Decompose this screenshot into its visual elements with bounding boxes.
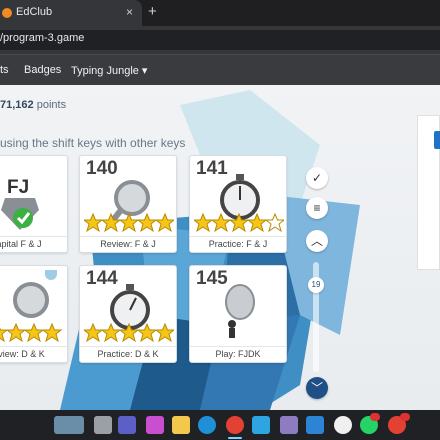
tab-title: EdClub — [16, 6, 53, 18]
lesson-label: Practice: D & K — [80, 346, 176, 362]
chevron-up-icon: ︿ — [310, 234, 323, 248]
completed-filter-button[interactable]: ✓ — [306, 167, 328, 189]
edclub-favicon-icon — [2, 8, 12, 18]
scroll-up-button[interactable]: ︿ — [306, 230, 328, 252]
new-tab-button[interactable]: + — [148, 3, 157, 20]
balloon-icon — [225, 284, 255, 338]
star-rating — [84, 322, 174, 343]
points-total: 71,162 points — [0, 99, 66, 111]
lesson-label: Practice: F & J — [190, 236, 286, 252]
lesson-label: Play: FJDK — [190, 346, 286, 362]
scroll-down-button[interactable]: ﹀ — [306, 377, 328, 399]
lesson-card-144[interactable]: 144 Practice: D & K — [79, 265, 177, 363]
file-explorer-icon[interactable] — [172, 416, 190, 434]
lesson-card-141[interactable]: 141 Practice: F & J — [189, 155, 287, 253]
app-icon[interactable] — [280, 416, 298, 434]
star-rating — [84, 212, 174, 233]
points-value: 71,162 — [0, 99, 34, 111]
star-rating — [0, 322, 63, 343]
close-tab-icon[interactable]: × — [126, 5, 133, 19]
points-unit: points — [36, 99, 67, 111]
task-view-icon[interactable] — [94, 416, 112, 434]
lesson-label: Review: F & J — [80, 236, 176, 252]
taskbar — [0, 410, 440, 440]
chrome-icon[interactable] — [226, 416, 244, 434]
active-app-indicator — [228, 437, 242, 439]
check-icon: ✓ — [311, 171, 323, 185]
side-panel — [417, 115, 440, 270]
store-icon[interactable] — [252, 416, 270, 434]
panel-toggle-button[interactable] — [434, 131, 440, 149]
browser-tabstrip: EdClub × + — [0, 0, 440, 26]
lesson-label: eview: D & K — [0, 346, 67, 362]
star-rating — [194, 212, 284, 233]
trophy-icon — [45, 270, 57, 280]
github-icon[interactable] — [334, 416, 352, 434]
lesson-card-145[interactable]: 145 Play: FJDK — [189, 265, 287, 363]
browser-tab[interactable]: EdClub × — [0, 0, 142, 26]
notification-badge — [370, 413, 380, 421]
site-nav: ts Badges Typing Jungle ▾ — [0, 55, 440, 85]
copilot-icon[interactable] — [146, 416, 164, 434]
nav-item-badges[interactable]: Badges — [24, 64, 61, 76]
menu-icon: ≡ — [313, 201, 321, 215]
weather-widget-icon[interactable] — [54, 416, 84, 434]
lesson-card-143[interactable]: 3 eview: D & K — [0, 265, 68, 363]
nav-item-reports[interactable]: ts — [0, 64, 9, 76]
chevron-down-icon: ﹀ — [310, 381, 323, 395]
teams-icon[interactable] — [118, 416, 136, 434]
nav-item-typing-jungle[interactable]: Typing Jungle ▾ — [71, 64, 147, 77]
lesson-title: using the shift keys with other keys — [0, 136, 186, 150]
lesson-label: apital F & J — [0, 236, 67, 252]
notification-badge — [400, 413, 410, 421]
lesson-card-140[interactable]: 140 Review: F & J — [79, 155, 177, 253]
menu-button[interactable]: ≡ — [306, 197, 328, 219]
lesson-map: 71,162 points using the shift keys with … — [0, 85, 440, 410]
vscode-icon[interactable] — [306, 416, 324, 434]
scroll-position-badge: 19 — [308, 277, 324, 293]
url-text[interactable]: /program-3.game — [0, 32, 84, 44]
check-badge-icon — [1, 198, 39, 230]
edge-icon[interactable] — [198, 416, 216, 434]
lesson-card-139[interactable]: 9 FJ apital F & J — [0, 155, 68, 253]
